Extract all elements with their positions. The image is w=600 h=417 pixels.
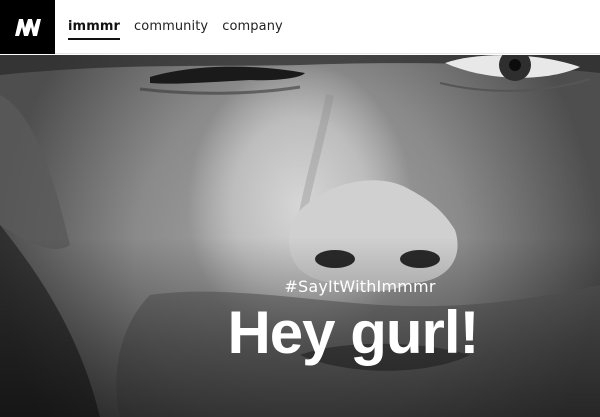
- hero-hashtag: #SayItWithImmmr: [284, 277, 436, 296]
- hero-banner: #SayItWithImmmr Hey gurl!: [0, 55, 600, 417]
- top-navigation-bar: immmr community company: [0, 0, 600, 54]
- main-nav: immmr community company: [68, 0, 297, 54]
- nav-link-community[interactable]: community: [134, 19, 208, 36]
- nav-link-company[interactable]: company: [222, 19, 283, 36]
- hero-headline: Hey gurl!: [227, 299, 479, 366]
- logo-icon: [14, 19, 41, 36]
- immmr-logo[interactable]: [0, 0, 55, 54]
- nav-link-immmr[interactable]: immmr: [68, 19, 121, 40]
